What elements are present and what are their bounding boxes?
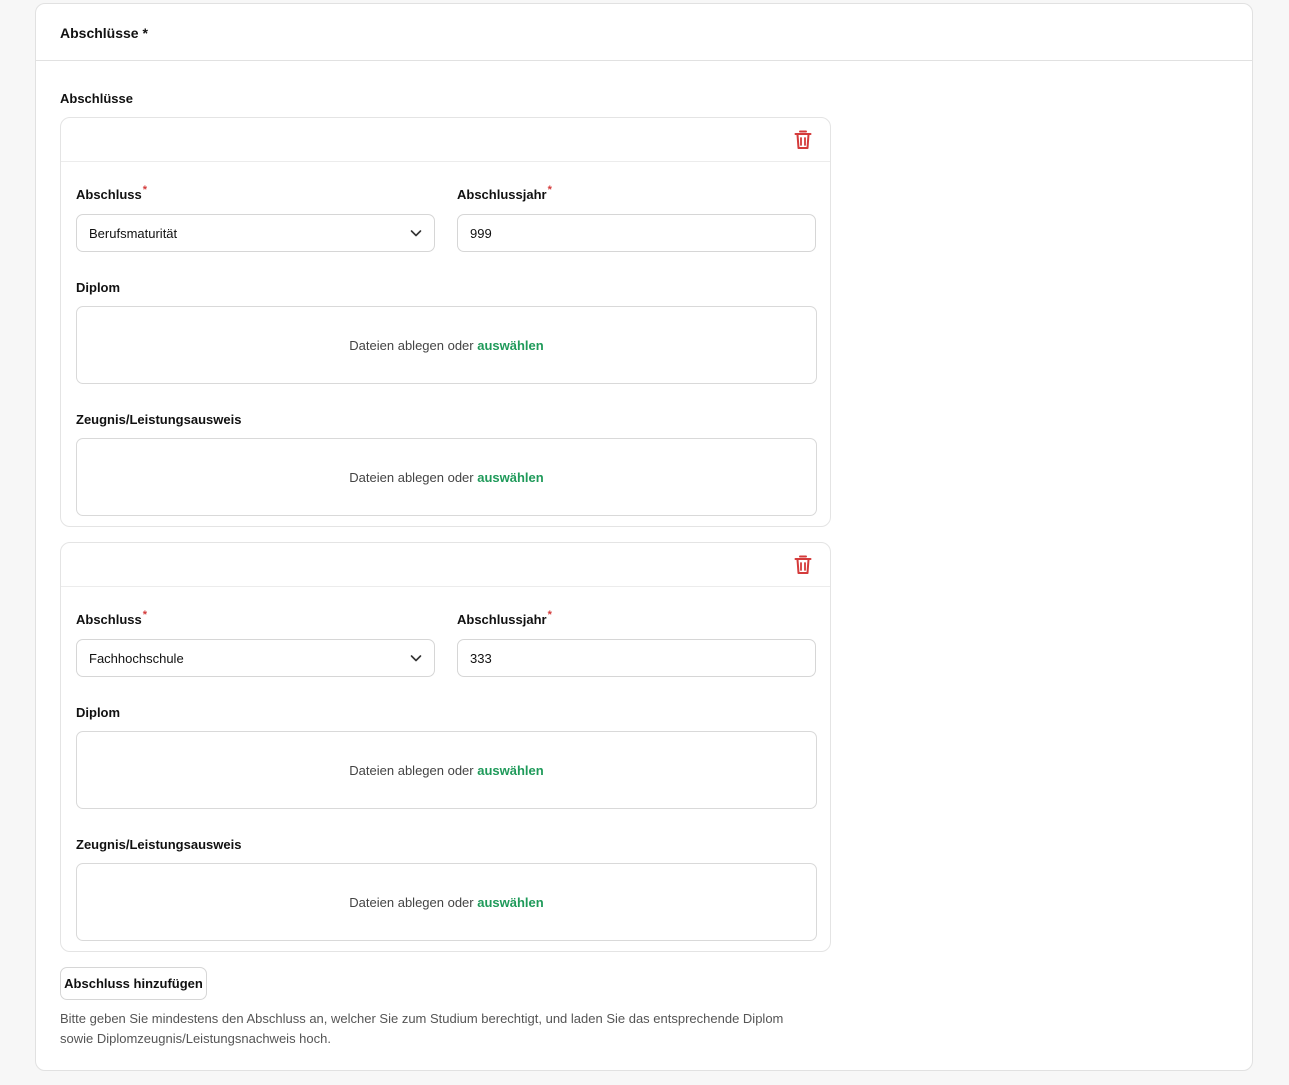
required-marker: * (142, 609, 148, 621)
dropzone-text: Dateien ablegen oder (349, 895, 478, 910)
year-input-value: 333 (470, 651, 492, 666)
panel-header: Abschlüsse * (36, 4, 1252, 61)
degree-label-text: Abschluss (76, 187, 142, 202)
year-input-value: 999 (470, 226, 492, 241)
section-label: Abschlüsse (60, 91, 133, 106)
panel-title: Abschlüsse * (60, 25, 148, 41)
chevron-down-icon (410, 230, 422, 237)
transcript-label: Zeugnis/Leistungsausweis (76, 412, 242, 427)
choose-file-link[interactable]: auswählen (477, 763, 543, 778)
degree-label-text: Abschluss (76, 612, 142, 627)
year-input[interactable]: 333 (457, 639, 816, 677)
degrees-panel: Abschlüsse * Abschlüsse Abschluss* Beruf… (35, 3, 1253, 1071)
transcript-dropzone[interactable]: Dateien ablegen oder auswählen (76, 863, 817, 941)
degree-label: Abschluss* (76, 184, 148, 202)
degree-select[interactable]: Fachhochschule (76, 639, 435, 677)
choose-file-link[interactable]: auswählen (477, 895, 543, 910)
diploma-dropzone[interactable]: Dateien ablegen oder auswählen (76, 306, 817, 384)
diploma-dropzone[interactable]: Dateien ablegen oder auswählen (76, 731, 817, 809)
trash-icon[interactable] (794, 130, 812, 150)
required-marker: * (547, 609, 552, 621)
year-input[interactable]: 999 (457, 214, 816, 252)
dropzone-text: Dateien ablegen oder (349, 470, 478, 485)
transcript-dropzone[interactable]: Dateien ablegen oder auswählen (76, 438, 817, 516)
required-marker: * (547, 184, 552, 196)
card-header (61, 118, 830, 162)
degree-select-value: Berufsmaturität (89, 226, 178, 241)
degree-label: Abschluss* (76, 609, 148, 627)
degree-card: Abschluss* Fachhochschule Abschlussjahr*… (60, 542, 831, 952)
dropzone-text: Dateien ablegen oder (349, 763, 478, 778)
trash-icon[interactable] (794, 555, 812, 575)
transcript-label: Zeugnis/Leistungsausweis (76, 837, 242, 852)
degree-select[interactable]: Berufsmaturität (76, 214, 435, 252)
diploma-label: Diplom (76, 705, 121, 720)
hint-text: Bitte geben Sie mindestens den Abschluss… (60, 1011, 784, 1046)
dropzone-text: Dateien ablegen oder (349, 338, 478, 353)
year-label: Abschlussjahr* (457, 184, 552, 202)
chevron-down-icon (410, 655, 422, 662)
degree-select-value: Fachhochschule (89, 651, 184, 666)
diploma-label: Diplom (76, 280, 121, 295)
year-label-text: Abschlussjahr (457, 187, 547, 202)
degree-card: Abschluss* Berufsmaturität Abschlussjahr… (60, 117, 831, 527)
choose-file-link[interactable]: auswählen (477, 470, 543, 485)
required-marker: * (142, 184, 148, 196)
card-header (61, 543, 830, 587)
year-label-text: Abschlussjahr (457, 612, 547, 627)
add-degree-button[interactable]: Abschluss hinzufügen (60, 967, 207, 1000)
choose-file-link[interactable]: auswählen (477, 338, 543, 353)
year-label: Abschlussjahr* (457, 609, 552, 627)
